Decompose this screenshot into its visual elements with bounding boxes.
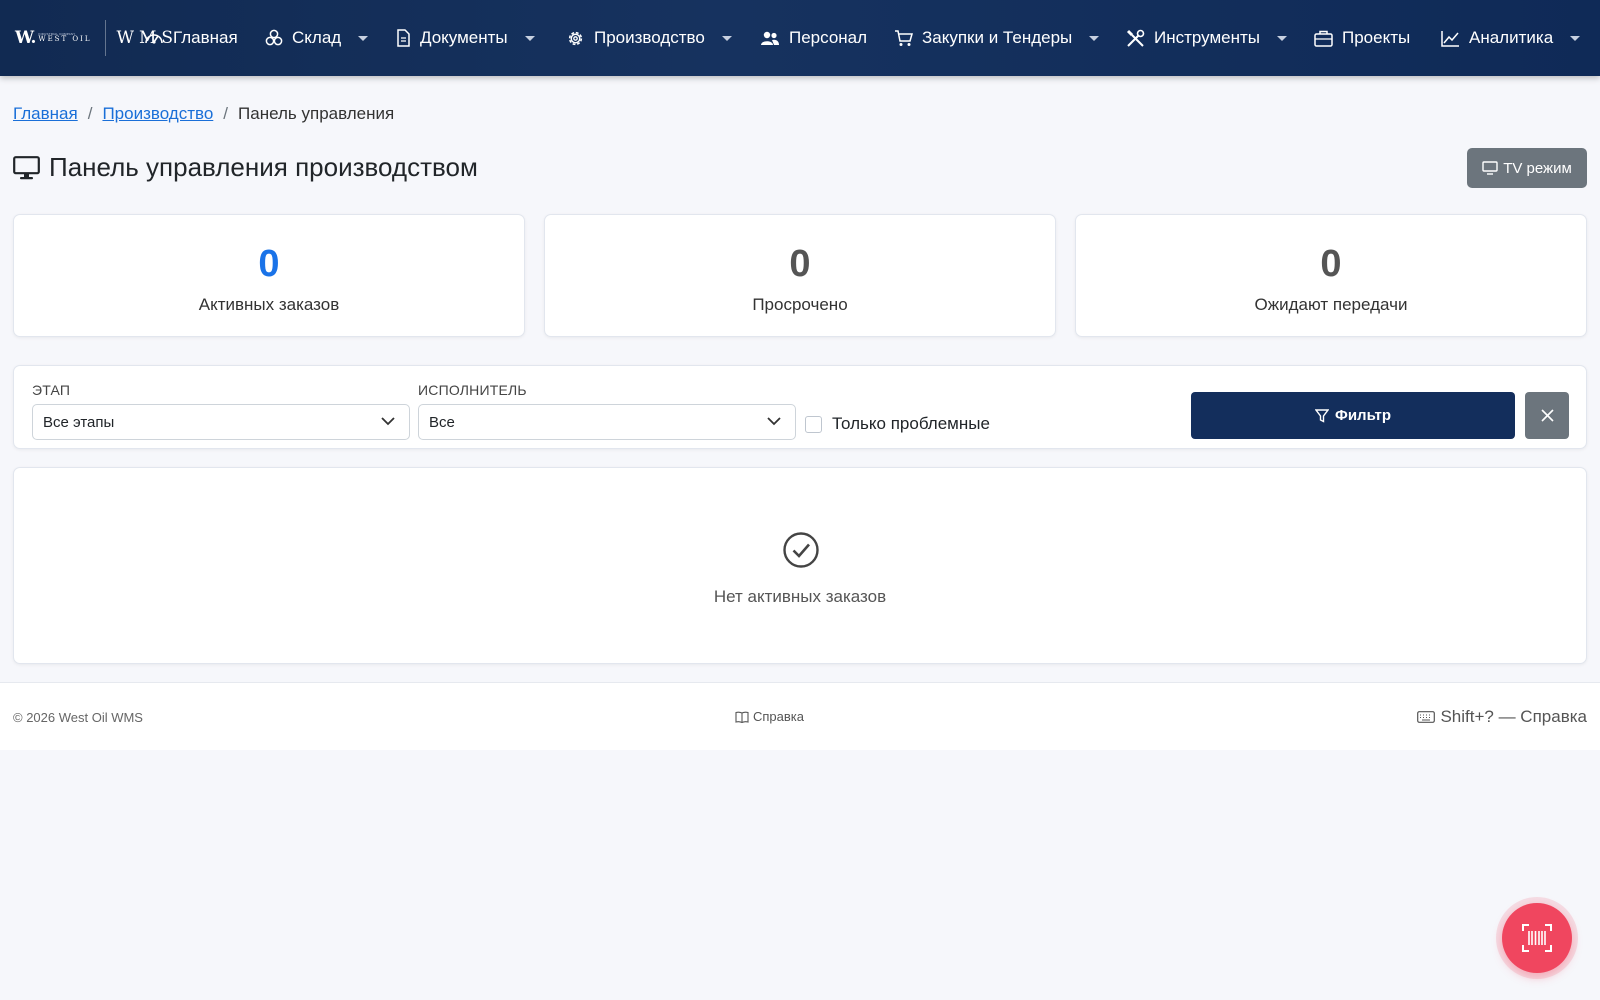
barcode-scan-button[interactable]: [1502, 903, 1572, 973]
nav-item-home[interactable]: Главная: [144, 22, 238, 54]
logo-name: WEST OIL: [38, 35, 92, 43]
nav-item-label: Склад: [292, 28, 342, 47]
nav-item-label: Производство: [594, 28, 705, 47]
problems-only-label: Только проблемные: [832, 414, 990, 433]
briefcase-icon: [1314, 30, 1333, 47]
tv-icon: [1482, 161, 1498, 175]
chevron-down-icon: [381, 417, 395, 426]
problems-only-toggle[interactable]: Только проблемные: [805, 414, 990, 434]
tv-mode-button[interactable]: TV режим: [1467, 148, 1587, 188]
monitor-icon: [13, 155, 40, 179]
nav-item-procurement[interactable]: Закупки и Тендеры: [894, 22, 1100, 54]
tools-icon: [1126, 29, 1145, 47]
nav-item-label: Персонал: [789, 28, 868, 47]
book-icon: [735, 711, 749, 723]
chevron-down-icon: [358, 35, 369, 41]
stage-select-value: Все этапы: [43, 413, 115, 431]
stat-card-awaiting-transfer: 0 Ожидают передачи: [1075, 214, 1587, 337]
footer-help-label: Справка: [753, 709, 804, 724]
stat-label: Просрочено: [752, 295, 848, 314]
executor-select[interactable]: Все: [418, 404, 796, 440]
filter-button[interactable]: Фильтр: [1191, 392, 1515, 439]
breadcrumb-separator: /: [87, 104, 93, 123]
chevron-down-icon: [1277, 35, 1288, 41]
stage-select[interactable]: Все этапы: [32, 404, 410, 440]
document-icon: [397, 29, 410, 47]
orders-panel: Нет активных заказов: [13, 467, 1587, 664]
close-icon: [1540, 409, 1554, 422]
tv-mode-label: TV режим: [1503, 159, 1572, 177]
brand-divider: [104, 20, 106, 56]
executor-select-value: Все: [429, 413, 455, 431]
footer-copyright: © 2026 West Oil WMS: [13, 710, 143, 725]
stage-filter-label: ЭТАП: [32, 382, 71, 398]
barcode-scan-icon: [1522, 924, 1552, 952]
empty-state-message: Нет активных заказов: [713, 587, 887, 606]
footer-shortcut-label: Shift+? — Справка: [1440, 707, 1587, 726]
nav-item-label: Аналитика: [1469, 28, 1554, 47]
footer-help-link[interactable]: Справка: [735, 709, 804, 724]
breadcrumb-separator: /: [223, 104, 229, 123]
top-navbar: W. INDUSTRIAL COMPANY WEST OIL WMS Главн…: [0, 0, 1600, 76]
nav-item-analytics[interactable]: Аналитика: [1441, 22, 1581, 54]
people-icon: [761, 31, 779, 45]
stat-value: 0: [1320, 243, 1342, 285]
speedometer-icon: [145, 34, 163, 44]
footer-shortcut-hint: Shift+? — Справка: [1417, 707, 1587, 727]
stat-value: 0: [258, 243, 280, 285]
breadcrumb-link-home[interactable]: Главная: [13, 104, 78, 124]
nav-item-tools[interactable]: Инструменты: [1126, 22, 1288, 54]
stat-card-active-orders: 0 Активных заказов: [13, 214, 525, 337]
gear-icon: [568, 31, 583, 45]
boxes-icon: [265, 29, 283, 46]
nav-item-warehouse[interactable]: Склад: [265, 22, 369, 54]
problems-only-checkbox[interactable]: [805, 415, 822, 433]
chevron-down-icon: [1089, 35, 1100, 41]
breadcrumb: Главная / Производство / Панель управлен…: [13, 104, 394, 124]
brand-logo: W. INDUSTRIAL COMPANY WEST OIL: [15, 28, 92, 48]
stat-label: Активных заказов: [198, 295, 340, 314]
check-circle-icon: [783, 532, 819, 568]
nav-item-label: Инструменты: [1154, 28, 1261, 47]
nav-item-personnel[interactable]: Персонал: [760, 22, 867, 54]
stat-value: 0: [789, 243, 811, 285]
chevron-down-icon: [721, 35, 732, 41]
logo-letter: W.: [15, 28, 36, 48]
footer: © 2026 West Oil WMS Справка Shift+? — Сп…: [0, 682, 1600, 750]
executor-filter-label: ИСПОЛНИТЕЛЬ: [418, 382, 527, 398]
nav-item-documents[interactable]: Документы: [396, 22, 535, 54]
reset-filter-button[interactable]: [1525, 392, 1569, 439]
chevron-down-icon: [1570, 35, 1581, 41]
nav-item-projects[interactable]: Проекты: [1314, 22, 1410, 54]
nav-item-label: Документы: [420, 28, 508, 47]
chart-line-icon: [1441, 30, 1459, 47]
breadcrumb-link-production[interactable]: Производство: [102, 104, 213, 124]
page-header: Панель управления производством: [13, 152, 478, 183]
page-title: Панель управления производством: [49, 152, 478, 182]
stat-label: Ожидают передачи: [1254, 295, 1408, 314]
nav-item-label: Главная: [173, 28, 238, 47]
nav-item-label: Закупки и Тендеры: [922, 28, 1073, 47]
filter-panel: ЭТАП Все этапы ИСПОЛНИТЕЛЬ Все Только пр…: [13, 365, 1587, 449]
keyboard-icon: [1417, 711, 1436, 723]
filter-button-label: Фильтр: [1335, 407, 1391, 424]
nav-item-production[interactable]: Производство: [566, 22, 732, 54]
funnel-icon: [1315, 408, 1330, 423]
chevron-down-icon: [767, 417, 781, 426]
stat-card-overdue: 0 Просрочено: [544, 214, 1056, 337]
nav-item-label: Проекты: [1342, 28, 1411, 47]
chevron-down-icon: [524, 35, 535, 41]
breadcrumb-current: Панель управления: [238, 104, 395, 123]
cart-icon: [895, 30, 913, 46]
